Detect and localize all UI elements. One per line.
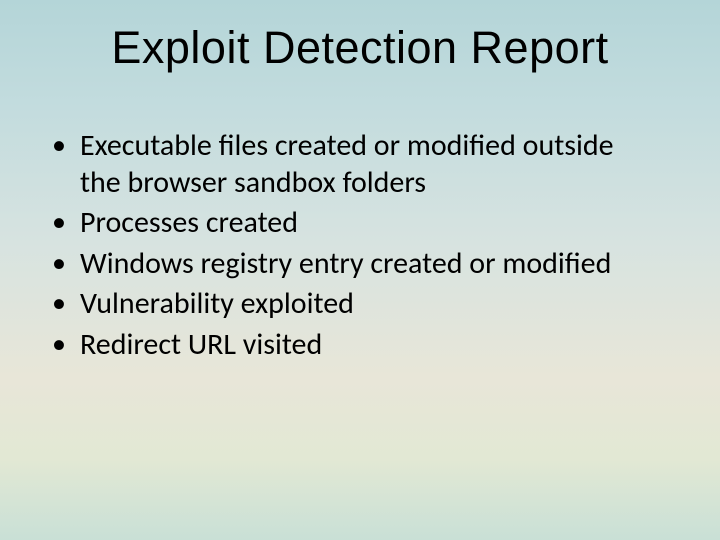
list-item: Windows registry entry created or modifi… (42, 246, 660, 283)
slide-title: Exploit Detection Report (0, 22, 720, 74)
list-item: Vulnerability exploited (42, 286, 660, 323)
bullet-list: Executable files created or modified out… (42, 128, 660, 364)
list-item: Redirect URL visited (42, 327, 660, 364)
list-item: Processes created (42, 205, 660, 242)
list-item: Executable files created or modified out… (42, 128, 660, 201)
slide-body: Executable files created or modified out… (42, 128, 660, 368)
slide: Exploit Detection Report Executable file… (0, 0, 720, 540)
